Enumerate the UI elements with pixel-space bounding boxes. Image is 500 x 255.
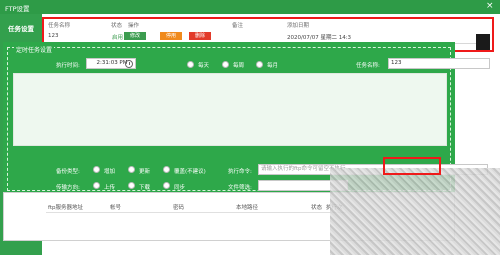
exec-cmd-label: 执行命令:	[228, 169, 252, 175]
backup-update-label: 更新	[139, 169, 151, 175]
backup-type-label: 备份类型:	[56, 169, 80, 175]
delete-button[interactable]: 删除	[189, 32, 211, 40]
noise-overlay	[330, 168, 500, 255]
col-header-local-path: 本地路径	[236, 205, 259, 211]
status-badge: 启用	[112, 35, 124, 41]
backup-overwrite-label: 覆盖(不建议)	[174, 169, 206, 175]
col-header-password: 密码	[173, 205, 185, 211]
col-header-status: 状态	[111, 23, 123, 29]
backup-update-radio[interactable]	[128, 166, 135, 173]
freq-weekly-radio[interactable]	[222, 61, 229, 68]
col-header-ftp-server: ftp服务器地址	[48, 205, 83, 211]
transfer-upload-label: 上传	[104, 185, 116, 191]
transfer-sync-radio[interactable]	[163, 182, 170, 189]
header-divider	[46, 212, 346, 213]
backup-add-label: 增加	[104, 169, 116, 175]
clock-icon[interactable]	[125, 60, 133, 68]
exec-time-label: 执行时间:	[56, 63, 80, 69]
col-header-add-date: 添加日期	[287, 23, 310, 29]
timer-panel-title: 定时任务设置	[14, 45, 55, 54]
task-name-cell: 123	[48, 33, 59, 39]
add-date-cell: 2020/07/07 星期二 14:3	[287, 35, 352, 41]
col-header-account: 帐号	[110, 205, 122, 211]
sidebar-item-task-settings[interactable]: 任务设置	[0, 23, 42, 33]
freq-daily-radio[interactable]	[187, 61, 194, 68]
transfer-upload-radio[interactable]	[93, 182, 100, 189]
transfer-sync-label: 同步	[174, 185, 186, 191]
window-title: FTP设置	[5, 5, 30, 13]
close-icon[interactable]: ×	[486, 1, 494, 11]
col-header-remark: 备注	[232, 23, 244, 29]
scrollbar-thumb[interactable]	[476, 34, 490, 50]
backup-overwrite-radio[interactable]	[163, 166, 170, 173]
title-bar: FTP设置 ×	[0, 0, 500, 14]
table-row[interactable]: 123 启用 修改 停用 删除 2020/07/07 星期二 14:3	[44, 30, 492, 42]
task-name-input[interactable]: 123	[388, 58, 490, 69]
freq-monthly-label: 每月	[267, 63, 279, 69]
annotation-box	[383, 157, 441, 175]
freq-monthly-radio[interactable]	[256, 61, 263, 68]
task-list-area[interactable]	[13, 73, 447, 146]
backup-add-radio[interactable]	[93, 166, 100, 173]
file-filter-label: 文件筛选:	[228, 185, 252, 191]
transfer-download-radio[interactable]	[128, 182, 135, 189]
edit-button[interactable]: 修改	[124, 32, 146, 40]
freq-weekly-label: 每周	[233, 63, 245, 69]
col-header-status: 状态	[311, 205, 323, 211]
transfer-direction-label: 传输方向:	[56, 185, 80, 191]
col-header-action: 操作	[128, 23, 140, 29]
col-header-task-name: 任务名称	[48, 23, 71, 29]
disable-button[interactable]: 停用	[160, 32, 182, 40]
task-name-label: 任务名称:	[356, 63, 380, 69]
transfer-download-label: 下载	[139, 185, 151, 191]
freq-daily-label: 每天	[198, 63, 210, 69]
